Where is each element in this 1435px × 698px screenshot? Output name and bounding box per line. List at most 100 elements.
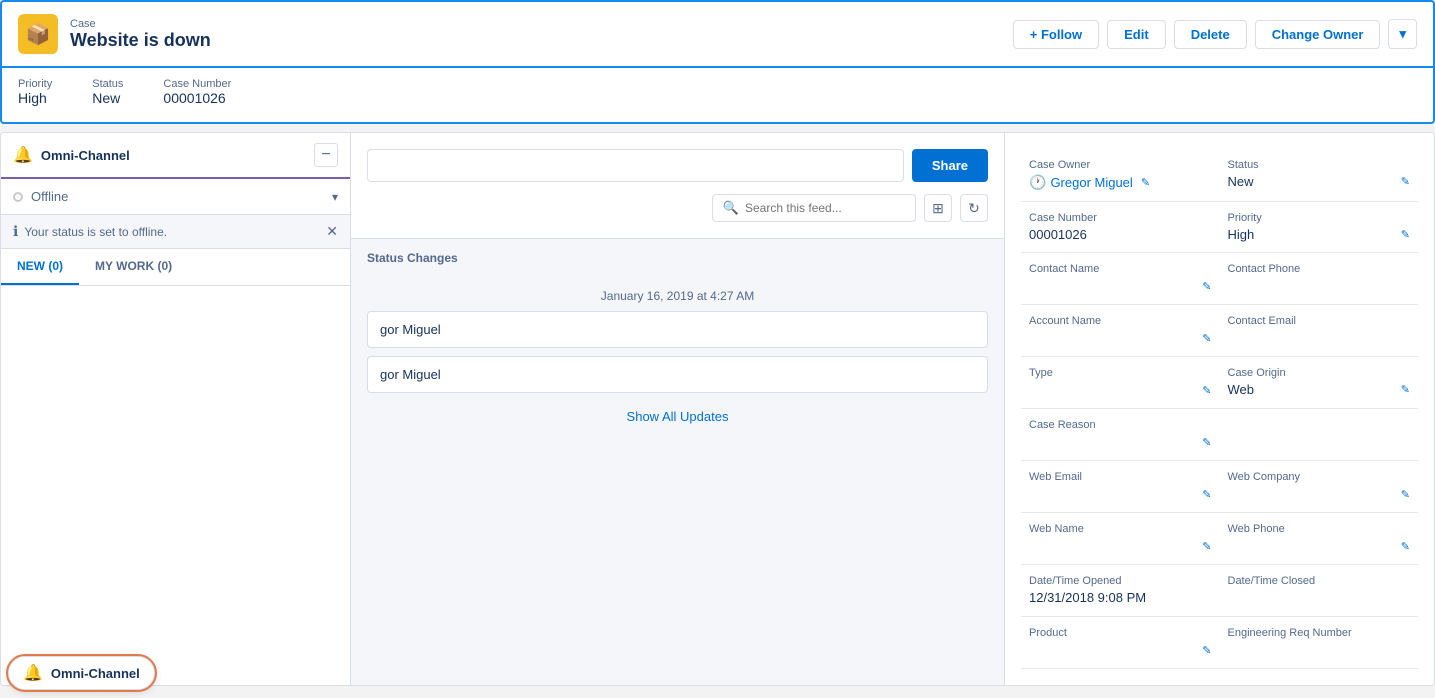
status-changes-label: Status Changes — [367, 251, 458, 265]
detail-grid: Case Owner 🕐 Gregor Miguel ✎ Status New … — [1021, 149, 1418, 669]
status-detail-field: Status New ✎ — [1220, 149, 1419, 202]
more-actions-button[interactable]: ▾ — [1388, 19, 1417, 49]
page-header: 📦 Case Website is down + Follow Edit Del… — [0, 0, 1435, 68]
omni-channel-panel: 🔔 Omni-Channel − Offline ▾ ℹ Your status… — [1, 133, 351, 685]
refresh-icon-button[interactable]: ↻ — [960, 194, 988, 222]
priority-field: Priority High — [18, 78, 52, 106]
web-name-label: Web Name — [1029, 523, 1212, 535]
omni-channel-title-area: 🔔 Omni-Channel — [13, 145, 130, 165]
web-company-field: Web Company ✎ — [1220, 461, 1419, 513]
share-button[interactable]: Share — [912, 149, 988, 182]
case-owner-label: Case Owner — [1029, 159, 1212, 171]
tab-my-work[interactable]: MY WORK (0) — [79, 249, 188, 285]
status-notice-close-button[interactable]: ✕ — [326, 223, 338, 240]
case-reason-value: ✎ — [1029, 434, 1212, 450]
case-label: Case — [70, 18, 211, 30]
case-origin-field: Case Origin Web ✎ — [1220, 357, 1419, 409]
filter-icon-button[interactable]: ⊞ — [924, 194, 952, 222]
edit-case-reason-icon[interactable]: ✎ — [1202, 436, 1211, 449]
engineering-req-field: Engineering Req Number — [1220, 617, 1419, 669]
case-title: Website is down — [70, 30, 211, 51]
follow-button[interactable]: + Follow — [1013, 20, 1099, 49]
bottom-omni-label: Omni-Channel — [51, 666, 140, 681]
case-reason-field: Case Reason ✎ — [1021, 409, 1220, 461]
account-name-value: ✎ — [1029, 330, 1212, 346]
feed-item: gor Miguel — [367, 311, 988, 348]
delete-button[interactable]: Delete — [1174, 20, 1247, 49]
edit-web-email-icon[interactable]: ✎ — [1202, 488, 1211, 501]
empty-field — [1220, 409, 1419, 461]
edit-case-origin-icon[interactable]: ✎ — [1401, 383, 1410, 396]
feed-search-box[interactable]: 🔍 — [712, 194, 916, 222]
edit-web-phone-icon[interactable]: ✎ — [1401, 540, 1410, 553]
status-notice-text: Your status is set to offline. — [24, 225, 167, 239]
web-company-value: ✎ — [1228, 486, 1411, 502]
contact-email-value — [1228, 330, 1411, 346]
feed-search-input[interactable] — [745, 201, 905, 215]
case-number-field: Case Number 00001026 — [163, 78, 231, 106]
clock-icon: 🕐 — [1029, 174, 1046, 191]
edit-priority-icon[interactable]: ✎ — [1401, 228, 1410, 241]
offline-indicator — [13, 192, 23, 202]
priority-value: High — [18, 90, 52, 106]
priority-label: Priority — [18, 78, 52, 90]
work-tabs: NEW (0) MY WORK (0) — [1, 249, 350, 286]
feed-input-row: Share — [367, 149, 988, 182]
status-notice-content: ℹ Your status is set to offline. — [13, 223, 167, 240]
product-value: ✎ — [1029, 642, 1212, 658]
omni-channel-icon: 🔔 — [13, 145, 33, 165]
show-all-updates-link[interactable]: Show All Updates — [367, 401, 988, 432]
product-field: Product ✎ — [1021, 617, 1220, 669]
status-value: New — [92, 90, 123, 106]
feed-timestamp: January 16, 2019 at 4:27 AM — [367, 273, 988, 311]
feed-top: Share 🔍 ⊞ ↻ — [351, 133, 1004, 239]
case-number-detail-field: Case Number 00001026 — [1021, 202, 1220, 253]
edit-web-company-icon[interactable]: ✎ — [1401, 488, 1410, 501]
contact-name-label: Contact Name — [1029, 263, 1212, 275]
status-detail-value: New ✎ — [1228, 174, 1411, 189]
main-content: 🔔 Omni-Channel − Offline ▾ ℹ Your status… — [0, 132, 1435, 686]
bottom-omni-channel-bar[interactable]: 🔔 Omni-Channel — [8, 656, 155, 690]
feed-panel: Share 🔍 ⊞ ↻ Status Changes January 16, 2… — [351, 133, 1004, 685]
product-label: Product — [1029, 627, 1212, 639]
omni-minimize-button[interactable]: − — [314, 143, 338, 167]
engineering-req-value — [1228, 642, 1411, 658]
edit-product-icon[interactable]: ✎ — [1202, 644, 1211, 657]
offline-label: Offline — [31, 189, 68, 204]
case-owner-link[interactable]: Gregor Miguel — [1050, 175, 1132, 190]
feed-input[interactable] — [367, 149, 904, 182]
date-closed-value — [1228, 590, 1411, 606]
edit-owner-icon[interactable]: ✎ — [1141, 176, 1150, 189]
status-label: Status — [92, 78, 123, 90]
edit-status-icon[interactable]: ✎ — [1401, 175, 1410, 188]
web-email-value: ✎ — [1029, 486, 1212, 502]
work-tab-content — [1, 286, 350, 685]
web-email-label: Web Email — [1029, 471, 1212, 483]
sub-header: Priority High Status New Case Number 000… — [0, 68, 1435, 124]
change-owner-button[interactable]: Change Owner — [1255, 20, 1381, 49]
edit-web-name-icon[interactable]: ✎ — [1202, 540, 1211, 553]
contact-name-value: ✎ — [1029, 278, 1212, 294]
type-value: ✎ — [1029, 382, 1212, 398]
web-name-field: Web Name ✎ — [1021, 513, 1220, 565]
edit-type-icon[interactable]: ✎ — [1202, 384, 1211, 397]
feed-search-row: 🔍 ⊞ ↻ — [367, 194, 988, 222]
contact-phone-field: Contact Phone — [1220, 253, 1419, 305]
omni-channel-title: Omni-Channel — [41, 148, 130, 163]
case-origin-value: Web ✎ — [1228, 382, 1411, 397]
feed-item: gor Miguel — [367, 356, 988, 393]
chevron-down-icon[interactable]: ▾ — [332, 190, 338, 204]
account-name-label: Account Name — [1029, 315, 1212, 327]
edit-contact-name-icon[interactable]: ✎ — [1202, 280, 1211, 293]
type-label: Type — [1029, 367, 1212, 379]
web-company-label: Web Company — [1228, 471, 1411, 483]
edit-account-name-icon[interactable]: ✎ — [1202, 332, 1211, 345]
header-left: 📦 Case Website is down — [18, 14, 211, 54]
date-opened-field: Date/Time Opened 12/31/2018 9:08 PM — [1021, 565, 1220, 617]
tab-new[interactable]: NEW (0) — [1, 249, 79, 285]
priority-detail-value: High ✎ — [1228, 227, 1411, 242]
web-phone-label: Web Phone — [1228, 523, 1411, 535]
offline-status-row: Offline ▾ — [1, 179, 350, 215]
edit-button[interactable]: Edit — [1107, 20, 1166, 49]
case-owner-field: Case Owner 🕐 Gregor Miguel ✎ — [1021, 149, 1220, 202]
